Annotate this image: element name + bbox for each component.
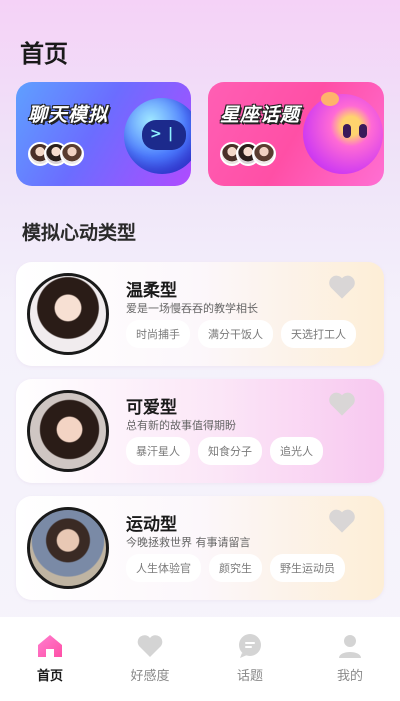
avatar (27, 390, 109, 472)
horoscope-topic-banner[interactable]: 星座话题 (208, 82, 384, 186)
tag: 天选打工人 (281, 320, 356, 348)
type-card-sporty[interactable]: 运动型 今晚拯救世界 有事请留言 人生体验官 颜究生 野生运动员 (16, 496, 384, 600)
type-description: 爱是一场慢吞吞的教学相长 (126, 302, 258, 315)
tag: 时尚捕手 (126, 320, 190, 348)
tag: 追光人 (270, 437, 323, 465)
avatar (60, 142, 84, 166)
chat-bubble-mascot-icon: > | (124, 98, 191, 174)
heart-icon (137, 635, 163, 657)
avatar (27, 273, 109, 355)
heart-icon[interactable] (328, 508, 356, 534)
type-card-gentle[interactable]: 温柔型 爱是一场慢吞吞的教学相长 时尚捕手 满分干饭人 天选打工人 (16, 262, 384, 366)
type-description: 总有新的故事值得期盼 (126, 419, 236, 432)
mascot-face: > | (142, 120, 186, 150)
user-icon (339, 635, 361, 658)
nav-label: 话题 (236, 669, 263, 684)
heart-icon[interactable] (328, 274, 356, 300)
nav-item-favorability[interactable]: 好感度 (100, 633, 200, 701)
section-title: 模拟心动类型 (22, 222, 137, 244)
avatar (252, 142, 276, 166)
nav-label: 我的 (336, 669, 363, 684)
nav-item-profile[interactable]: 我的 (300, 633, 400, 701)
tag-list: 时尚捕手 满分干饭人 天选打工人 (126, 320, 364, 348)
nav-label: 好感度 (130, 669, 170, 684)
chat-simulation-banner[interactable]: 聊天模拟 > | (16, 82, 191, 186)
page-title: 首页 (20, 40, 68, 68)
chat-icon (239, 634, 261, 658)
tag: 颜究生 (209, 554, 262, 582)
home-icon (38, 635, 62, 657)
avatar-group (28, 142, 84, 166)
nav-item-home[interactable]: 首页 (0, 633, 100, 701)
type-name: 温柔型 (126, 281, 177, 301)
avatar-group (220, 142, 276, 166)
type-description: 今晚拯救世界 有事请留言 (126, 536, 251, 549)
nav-label: 首页 (36, 669, 63, 684)
type-name: 运动型 (126, 515, 177, 535)
tag: 满分干饭人 (198, 320, 273, 348)
tag: 知食分子 (198, 437, 262, 465)
type-card-cute[interactable]: 可爱型 总有新的故事值得期盼 暴汗星人 知食分子 追光人 (16, 379, 384, 483)
planet-mascot-icon (303, 92, 383, 174)
tag-list: 人生体验官 颜究生 野生运动员 (126, 554, 353, 582)
tag: 人生体验官 (126, 554, 201, 582)
horoscope-topic-title: 星座话题 (220, 104, 301, 126)
heart-icon[interactable] (328, 391, 356, 417)
tag-list: 暴汗星人 知食分子 追光人 (126, 437, 331, 465)
bottom-nav: 首页 好感度 话题 我的 (0, 617, 400, 701)
type-name: 可爱型 (126, 398, 177, 418)
chat-simulation-title: 聊天模拟 (28, 104, 109, 126)
nav-item-topics[interactable]: 话题 (200, 633, 300, 701)
tag: 暴汗星人 (126, 437, 190, 465)
avatar (27, 507, 109, 589)
tag: 野生运动员 (270, 554, 345, 582)
